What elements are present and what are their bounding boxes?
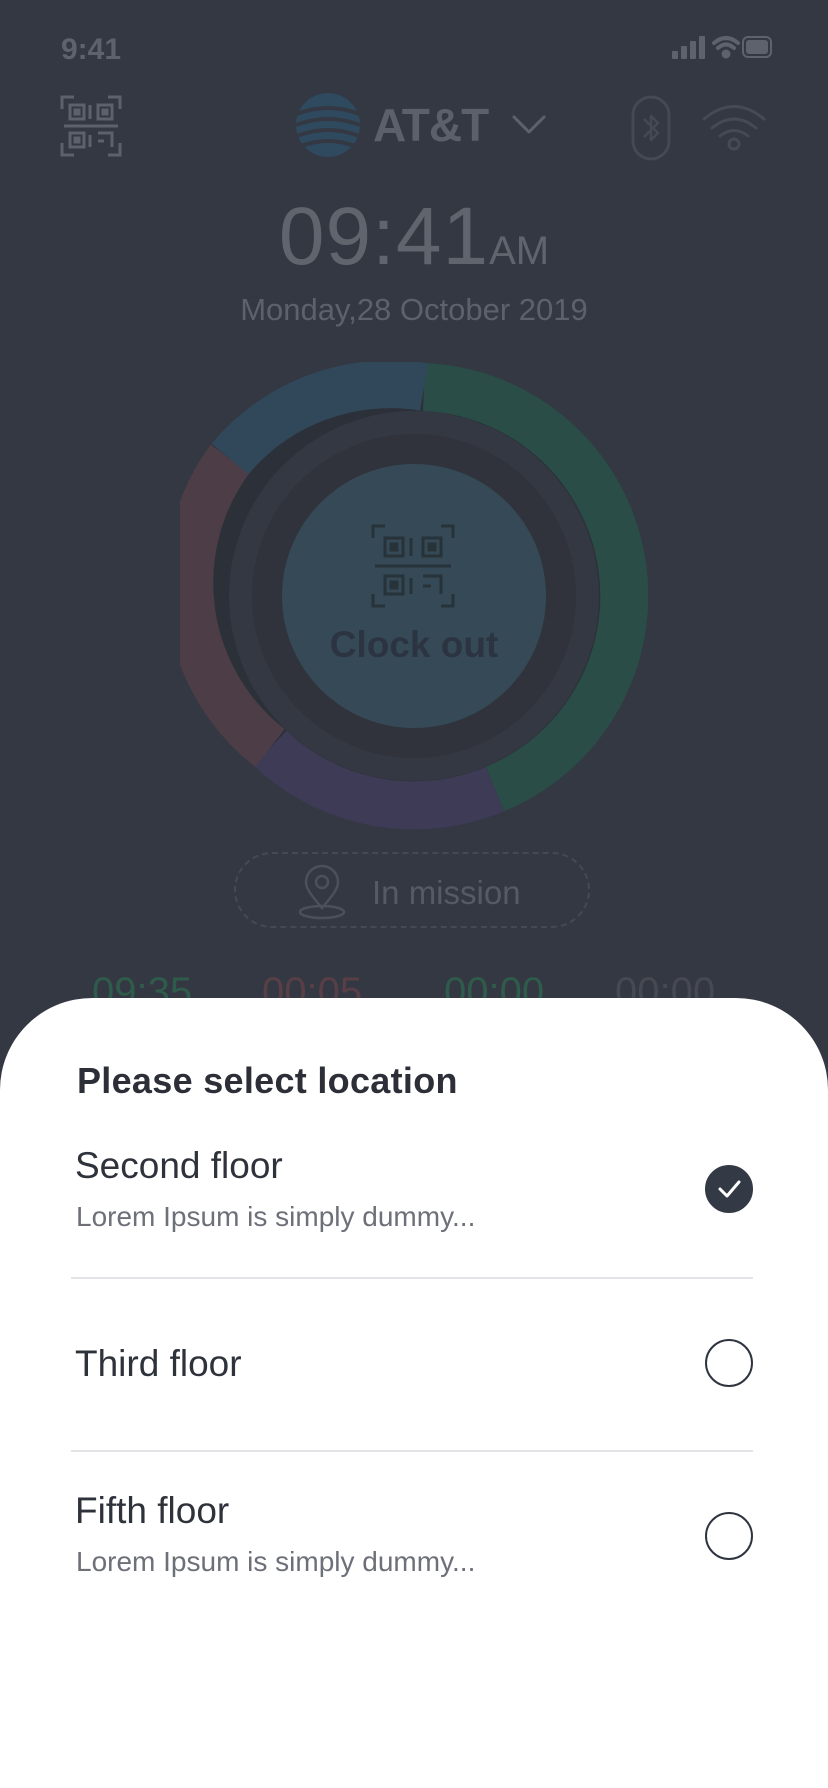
wifi-icon[interactable] bbox=[702, 102, 766, 157]
carrier-selector[interactable]: AT&T bbox=[295, 92, 546, 158]
clock-date: Monday,28 October 2019 bbox=[240, 292, 588, 327]
divider bbox=[71, 1450, 753, 1452]
divider bbox=[71, 1277, 753, 1279]
location-name: Third floor bbox=[75, 1343, 242, 1384]
location-description: Lorem Ipsum is simply dummy... bbox=[76, 1546, 476, 1577]
clock-time: 09:41 bbox=[278, 191, 490, 282]
mission-label: In mission bbox=[372, 874, 521, 911]
battery-icon bbox=[742, 36, 772, 58]
location-name: Second floor bbox=[75, 1145, 283, 1186]
signal-icon bbox=[672, 36, 705, 59]
carrier-name: AT&T bbox=[373, 99, 489, 151]
status-time: 9:41 bbox=[61, 33, 122, 66]
clock-ampm: AM bbox=[489, 229, 550, 273]
att-logo-icon bbox=[295, 93, 361, 157]
location-radio[interactable] bbox=[705, 1512, 753, 1560]
location-description: Lorem Ipsum is simply dummy... bbox=[76, 1201, 476, 1232]
mission-badge[interactable]: In mission bbox=[234, 852, 590, 928]
clock-out-button[interactable] bbox=[282, 464, 546, 728]
chevron-down-icon bbox=[512, 115, 546, 134]
location-option[interactable]: Fifth floor Lorem Ipsum is simply dummy.… bbox=[71, 1490, 753, 1586]
location-name: Fifth floor bbox=[75, 1490, 230, 1531]
location-option[interactable]: Second floor Lorem Ipsum is simply dummy… bbox=[71, 1145, 753, 1241]
location-pin-icon bbox=[298, 864, 346, 920]
sheet-title: Please select location bbox=[77, 1060, 458, 1101]
clock-out-label[interactable]: Clock out bbox=[282, 624, 546, 666]
check-icon bbox=[718, 1180, 741, 1198]
qr-code-icon[interactable] bbox=[60, 95, 122, 162]
progress-ring bbox=[165, 360, 649, 835]
location-radio[interactable] bbox=[705, 1339, 753, 1387]
location-option[interactable]: Third floor bbox=[71, 1339, 753, 1399]
wifi-status-icon bbox=[712, 36, 740, 59]
status-icons bbox=[672, 33, 774, 66]
location-radio-selected[interactable] bbox=[705, 1165, 753, 1213]
location-bottom-sheet: Please select location Second floor Lore… bbox=[0, 998, 828, 1788]
bluetooth-icon[interactable] bbox=[631, 95, 671, 166]
clock-display: 09:41AM bbox=[0, 190, 828, 284]
